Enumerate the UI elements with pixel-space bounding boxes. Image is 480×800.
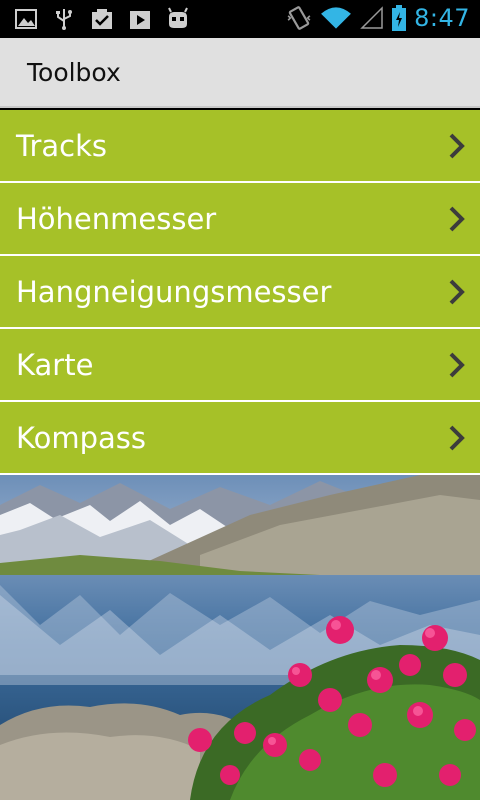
menu-item-label: Karte bbox=[16, 348, 94, 382]
menu-item-hoehenmesser[interactable]: Höhenmesser bbox=[0, 183, 480, 256]
signal-icon bbox=[360, 6, 383, 29]
image-notification-icon bbox=[15, 9, 37, 29]
menu-item-label: Höhenmesser bbox=[16, 202, 217, 236]
chevron-right-icon bbox=[449, 206, 465, 232]
chevron-right-icon bbox=[449, 425, 465, 451]
system-icons: 8:47 bbox=[286, 4, 470, 32]
chevron-right-icon bbox=[449, 279, 465, 305]
page-title: Toolbox bbox=[27, 58, 121, 87]
chevron-right-icon bbox=[449, 352, 465, 378]
checkbox-download-icon bbox=[92, 9, 112, 29]
play-store-icon bbox=[130, 11, 150, 29]
notification-icons bbox=[14, 7, 190, 31]
status-bar: 8:47 bbox=[0, 0, 480, 38]
cyanogenmod-icon bbox=[168, 7, 188, 28]
menu-item-karte[interactable]: Karte bbox=[0, 329, 480, 402]
menu-item-kompass[interactable]: Kompass bbox=[0, 402, 480, 475]
menu-item-label: Hangneigungsmesser bbox=[16, 275, 332, 309]
background-image bbox=[0, 475, 480, 800]
wifi-icon bbox=[321, 7, 352, 29]
menu-item-tracks[interactable]: Tracks bbox=[0, 110, 480, 183]
menu-item-label: Tracks bbox=[16, 129, 107, 163]
battery-charging-icon bbox=[392, 5, 407, 31]
usb-icon bbox=[56, 9, 72, 30]
action-bar: Toolbox bbox=[0, 38, 480, 108]
alpine-lake-illustration bbox=[0, 475, 480, 800]
chevron-right-icon bbox=[449, 133, 465, 159]
menu-item-label: Kompass bbox=[16, 421, 146, 455]
toolbox-menu: Tracks Höhenmesser Hangneigungsmesser Ka… bbox=[0, 110, 480, 475]
status-clock: 8:47 bbox=[414, 4, 470, 32]
vibrate-icon bbox=[287, 6, 311, 30]
menu-item-hangneigungsmesser[interactable]: Hangneigungsmesser bbox=[0, 256, 480, 329]
